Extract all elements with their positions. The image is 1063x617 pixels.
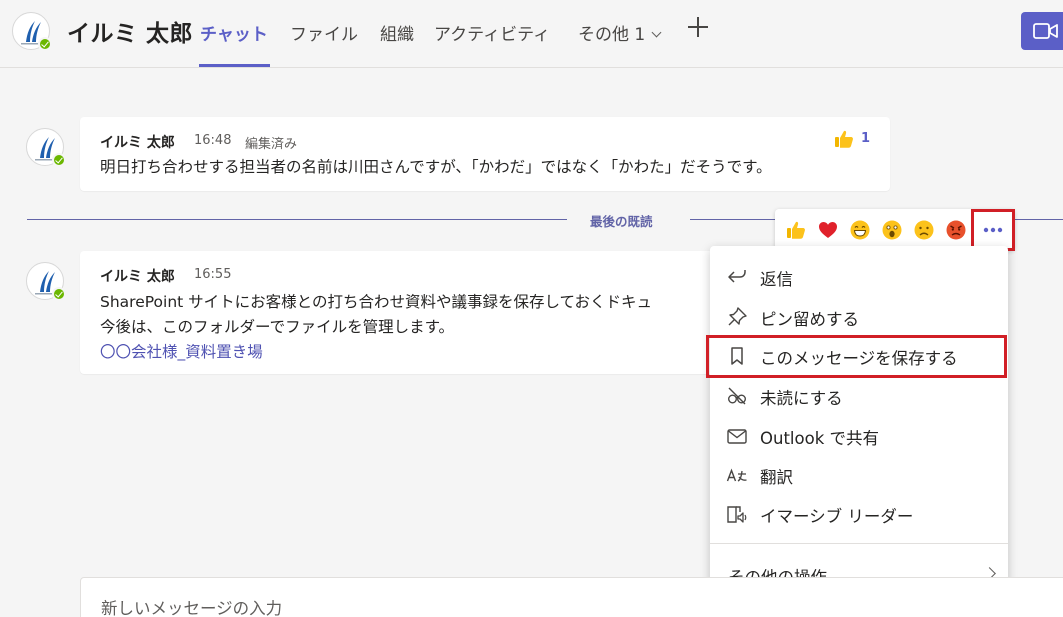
chat-title: イルミ 太郎 <box>67 21 194 47</box>
menu-item-label: ピン留めする <box>760 310 859 329</box>
compose-box[interactable]: 新しいメッセージの入力 <box>80 577 1063 617</box>
last-read-divider-line <box>27 219 567 220</box>
video-camera-icon <box>1033 23 1058 39</box>
translate-icon <box>726 468 747 482</box>
tab-more-label: その他 1 <box>578 25 646 45</box>
message-author: イルミ 太郎 <box>100 135 175 151</box>
presence-available-icon <box>52 287 66 301</box>
more-options-button[interactable] <box>971 209 1015 251</box>
compose-placeholder: 新しいメッセージの入力 <box>101 599 283 617</box>
avatar[interactable] <box>12 12 52 51</box>
immersive-reader-icon <box>727 506 747 523</box>
menu-item-label: 翻訳 <box>760 468 793 487</box>
plus-icon[interactable] <box>687 16 709 38</box>
message-context-menu: 返信 ピン留めする このメッセージを保存する 未読にする Outlook で共有 <box>710 246 1008 606</box>
message-time: 16:55 <box>194 267 232 282</box>
heart-icon[interactable] <box>817 219 839 241</box>
menu-item-label: 未読にする <box>760 389 843 408</box>
presence-available-icon <box>52 153 66 167</box>
save-message-highlight <box>706 335 1007 378</box>
tab-chat[interactable]: チャット <box>200 20 268 45</box>
tab-files[interactable]: ファイル <box>290 20 358 45</box>
menu-item-share-outlook[interactable]: Outlook で共有 <box>710 416 1008 454</box>
folder-link[interactable]: 〇〇会社様_資料置き場 <box>100 340 263 362</box>
message-text-line: SharePoint サイトにお客様との打ち合わせ資料や議事録を保存しておくドキ… <box>100 293 653 311</box>
last-read-divider-line <box>1015 219 1063 220</box>
unread-icon <box>728 387 746 405</box>
sad-icon[interactable] <box>913 219 935 241</box>
menu-item-immersive-reader[interactable]: イマーシブ リーダー <box>710 494 1008 532</box>
laugh-icon[interactable] <box>849 219 871 241</box>
pin-icon <box>728 307 747 326</box>
message-bubble[interactable]: イルミ 太郎 16:48 編集済み 明日打ち合わせする担当者の名前は川田さんです… <box>80 117 890 191</box>
message-time: 16:48 <box>194 133 232 148</box>
message-avatar[interactable] <box>26 128 66 167</box>
menu-item-mark-unread[interactable]: 未読にする <box>710 376 1008 414</box>
chevron-down-icon <box>651 27 662 38</box>
menu-item-label: Outlook で共有 <box>760 429 879 448</box>
message-text-line: 今後は、このフォルダーでファイルを管理します。 <box>100 318 455 336</box>
reaction-count: 1 <box>861 131 871 146</box>
message-text: 明日打ち合わせする担当者の名前は川田さんですが、「かわだ」ではなく「かわた」だそ… <box>100 158 772 176</box>
tab-more[interactable]: その他 1 <box>578 20 662 45</box>
more-options-icon <box>983 227 1003 233</box>
menu-item-label: 返信 <box>760 270 793 289</box>
menu-item-reply[interactable]: 返信 <box>710 257 1008 295</box>
surprised-icon[interactable] <box>881 219 903 241</box>
last-read-label: 最後の既読 <box>590 214 653 229</box>
reply-icon <box>728 270 746 283</box>
menu-separator <box>710 543 1008 544</box>
message-avatar[interactable] <box>26 262 66 301</box>
chat-header: イルミ 太郎 チャット ファイル 組織 アクティビティ その他 1 <box>0 0 1063 68</box>
message-author: イルミ 太郎 <box>100 269 175 285</box>
message-edited-status: 編集済み <box>245 137 298 152</box>
mail-icon <box>727 429 747 444</box>
active-tab-indicator <box>199 64 270 67</box>
menu-item-pin[interactable]: ピン留めする <box>710 297 1008 335</box>
menu-item-translate[interactable]: 翻訳 <box>710 455 1008 493</box>
menu-item-label: イマーシブ リーダー <box>760 507 914 526</box>
message-bubble[interactable]: イルミ 太郎 16:55 SharePoint サイトにお客様との打ち合わせ資料… <box>80 251 730 374</box>
tab-organization[interactable]: 組織 <box>380 20 414 45</box>
presence-available-icon <box>38 37 52 51</box>
angry-icon[interactable] <box>945 219 967 241</box>
reaction-count-badge[interactable]: 1 <box>833 128 870 150</box>
thumbs-up-icon <box>835 130 853 148</box>
thumbs-up-icon[interactable] <box>785 219 807 241</box>
last-read-divider-line <box>690 219 780 220</box>
tab-activity[interactable]: アクティビティ <box>434 20 550 45</box>
video-call-button[interactable] <box>1021 12 1063 50</box>
